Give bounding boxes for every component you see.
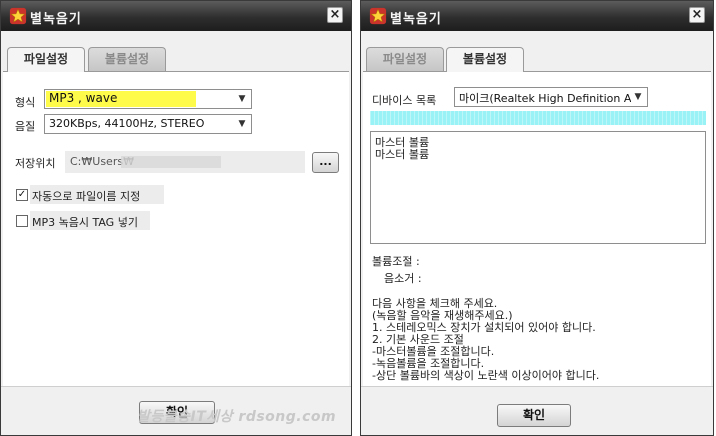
volume-list[interactable]: 마스터 볼륨 마스터 볼륨 (370, 131, 706, 244)
device-select[interactable]: 마이크(Realtek High Definition Aud ▼ (454, 87, 648, 107)
close-button[interactable]: × (327, 7, 343, 23)
tab-file-settings[interactable]: 파일설정 (7, 47, 85, 72)
settings-window-volume: 별녹음기 × 파일설정 볼륨설정 디바이스 목록 마이크(Realtek Hig… (360, 0, 714, 436)
chevron-down-icon: ▼ (238, 119, 246, 129)
level-meter-bar (370, 111, 706, 125)
device-value: 마이크(Realtek High Definition Aud (459, 92, 631, 105)
device-list-label: 디바이스 목록 (372, 94, 437, 107)
quality-value: 320KBps, 44100Hz, STEREO (49, 117, 205, 130)
title-bar[interactable]: 별녹음기 × (361, 1, 713, 31)
auto-filename-checkbox[interactable]: ✓ (16, 189, 28, 201)
window-title: 별녹음기 (30, 12, 82, 27)
format-value: MP3 , wave (49, 91, 118, 105)
quality-select[interactable]: 320KBps, 44100Hz, STEREO ▼ (44, 114, 252, 134)
format-label: 형식 (15, 96, 36, 109)
footer-separator (1, 386, 351, 387)
close-icon: × (329, 7, 341, 22)
format-select[interactable]: MP3 , wave ▼ (44, 89, 252, 109)
chevron-down-icon: ▼ (634, 92, 642, 102)
window-title: 별녹음기 (390, 12, 442, 27)
star-icon (9, 7, 27, 25)
file-settings-panel: 형식 MP3 , wave ▼ 음질 320KBps, 44100Hz, STE… (3, 71, 349, 387)
close-icon: × (691, 7, 703, 22)
auto-filename-label: 자동으로 파일이름 지정 (32, 190, 141, 203)
mute-label: 음소거 : (384, 272, 422, 285)
mp3-tag-checkbox[interactable] (16, 215, 28, 227)
blurred-path (121, 156, 221, 168)
save-location-label: 저장위치 (15, 157, 56, 170)
chevron-down-icon: ▼ (238, 94, 246, 104)
list-item[interactable]: 마스터 볼륨 (375, 146, 429, 162)
close-button[interactable]: × (689, 7, 705, 23)
tab-file-settings[interactable]: 파일설정 (366, 47, 444, 71)
save-location-field[interactable]: C:₩Users₩ (65, 151, 305, 173)
instruction-line: -상단 볼륨바의 색상이 노란색 이상이어야 합니다. (372, 369, 600, 382)
settings-window-file: 별녹음기 × 파일설정 볼륨설정 형식 MP3 , wave ▼ 음질 320K… (0, 0, 352, 436)
volume-settings-panel: 디바이스 목록 마이크(Realtek High Definition Aud … (363, 71, 711, 387)
footer-separator (361, 386, 713, 387)
title-bar[interactable]: 별녹음기 × (1, 1, 351, 31)
star-icon (369, 7, 387, 25)
ok-button[interactable]: 확인 (497, 404, 571, 427)
tab-volume-settings[interactable]: 볼륨설정 (88, 47, 166, 71)
mp3-tag-label: MP3 녹음시 TAG 넣기 (32, 216, 138, 229)
tab-volume-settings[interactable]: 볼륨설정 (446, 47, 524, 72)
quality-label: 음질 (15, 120, 36, 133)
watermark-text: 발등불송IT세상 rdsong.com (137, 409, 337, 425)
volume-control-label: 볼륨조절 : (372, 255, 420, 268)
browse-button[interactable]: ... (312, 152, 339, 173)
